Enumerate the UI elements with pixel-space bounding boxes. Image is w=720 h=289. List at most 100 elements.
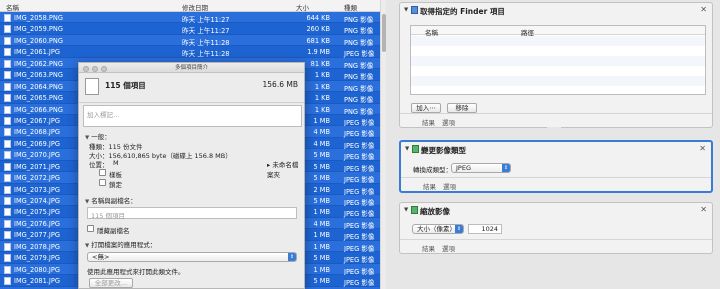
path-column-header[interactable]: 路徑 [521,27,534,37]
file-name: IMG_2078.JPG [14,242,60,251]
preview-icon [412,145,419,153]
popup-arrow-icon: ⇕ [288,253,296,261]
options-link[interactable]: 選項 [443,181,456,191]
action-footer: 結果 選項 [401,177,711,191]
file-row[interactable]: IMG_2058.PNG 昨天 上午11:27 644 KB PNG 影像 [0,12,380,24]
minimize-icon[interactable] [92,65,98,72]
image-file-icon [4,48,11,57]
tags-field[interactable]: 加入標記… [83,105,302,127]
results-link[interactable]: 結果 [422,117,435,127]
file-row[interactable]: IMG_2061.JPG 昨天 上午11:28 1.9 MB JPEG 影像 [0,46,380,58]
file-name: IMG_2080.JPG [14,265,60,274]
list-header: 名稱 修改日期 大小 種類 [0,0,380,12]
image-file-icon [4,25,11,34]
file-name: IMG_2063.PNG [14,71,63,80]
disclosure-down-icon[interactable]: ▼ [85,243,89,249]
pixels-field[interactable]: 1024 [468,224,502,234]
general-section[interactable]: ▼ 一般： [85,131,111,141]
file-name: IMG_2081.JPG [14,277,60,286]
action-get-finder-items: ▼ 取得指定的 Finder 項目 ✕ 名稱 路徑 加入⋯ 移除 結果 選項 [399,2,713,128]
add-button[interactable]: 加入⋯ [411,103,441,113]
file-name: IMG_2064.PNG [14,82,63,91]
column-kind-header[interactable]: 種類 [344,2,357,12]
change-all-button[interactable]: 全部更改… [89,278,133,288]
image-file-icon [4,185,11,194]
image-file-icon [4,151,11,160]
name-ext-header: 名稱與副檔名： [91,197,137,205]
file-name: IMG_2058.PNG [14,14,63,22]
results-link[interactable]: 結果 [423,181,436,191]
column-size-header[interactable]: 大小 [296,2,309,12]
image-file-icon [4,265,11,274]
popup-arrow-icon: ⇕ [502,164,510,172]
name-field[interactable]: 115 個項目 [87,207,297,220]
scrollbar[interactable] [380,0,386,289]
name-column-header[interactable]: 名稱 [425,27,438,37]
column-date-header[interactable]: 修改日期 [182,2,208,12]
options-link[interactable]: 選項 [442,117,455,127]
options-link[interactable]: 選項 [442,243,455,253]
file-name: IMG_2068.JPG [14,128,60,137]
image-file-icon [4,105,11,114]
image-file-icon [4,174,11,183]
items-table[interactable]: 名稱 路徑 [410,25,706,95]
stationery-checkbox[interactable] [99,169,106,176]
close-icon[interactable]: ✕ [700,5,707,14]
where-label: 位置： [89,161,109,169]
column-name-header[interactable]: 名稱 [6,2,19,12]
preview-icon [411,206,418,214]
file-row[interactable]: IMG_2059.PNG 昨天 上午11:27 260 KB PNG 影像 [0,23,380,35]
stationery-label: 樣板 [109,171,122,179]
application-popup[interactable]: <無> ⇕ [87,252,297,262]
close-icon[interactable]: ✕ [700,205,707,214]
total-size: 156.6 MB [262,80,298,89]
get-info-window: 多個項目簡介 115 個項目 156.6 MB 加入標記… ▼ 一般： 種類：11… [78,62,305,289]
zoom-icon[interactable] [101,65,107,72]
name-placeholder: 115 個項目 [91,212,125,220]
where-value: M [113,159,119,167]
application-value: <無> [92,253,110,261]
file-size: 260 KB [306,25,330,34]
name-ext-section[interactable]: ▼ 名稱與副檔名： [85,195,137,205]
general-header: 一般： [91,133,111,141]
image-type-popup[interactable]: JPEG ⇕ [451,163,511,173]
file-name: IMG_2066.PNG [14,105,63,114]
file-name: IMG_2072.JPG [14,174,60,183]
action-header: ▼ 取得指定的 Finder 項目 ✕ [400,3,712,17]
image-file-icon [4,254,11,263]
action-header: ▼ 縮放影像 ✕ [400,203,712,217]
popup-arrow-icon: ⇕ [455,225,463,233]
close-icon[interactable]: ✕ [699,144,706,153]
disclosure-down-icon[interactable]: ▼ [85,199,89,205]
disclosure-down-icon[interactable]: ▼ [404,7,408,13]
locked-checkbox[interactable] [99,179,106,186]
image-file-icon [4,231,11,240]
action-footer: 結果 選項 [400,113,712,127]
image-file-icon [4,71,11,80]
scale-mode-value: 大小（像素） [417,225,456,233]
action-title: 取得指定的 Finder 項目 [420,7,505,16]
hide-extension-checkbox[interactable] [87,225,94,232]
open-with-section[interactable]: ▼ 打開檔案的應用程式： [85,239,156,249]
scale-mode-popup[interactable]: 大小（像素） ⇕ [412,224,464,234]
disclosure-down-icon[interactable]: ▼ [404,207,408,213]
action-title: 變更影像類型 [421,146,466,155]
locked-label: 鎖定 [109,181,122,189]
hide-extension-label: 隱藏副檔名 [97,227,130,235]
file-row[interactable]: IMG_2060.PNG 昨天 上午11:28 681 KB PNG 影像 [0,34,380,47]
file-name: IMG_2075.JPG [14,208,60,217]
disclosure-down-icon[interactable]: ▼ [405,146,409,152]
size-line: 大小：156,610,865 byte（磁碟上 156.8 MB） [89,152,232,160]
scrollbar-thumb[interactable] [382,14,386,52]
image-file-icon [4,116,11,125]
action-title: 縮放影像 [420,207,450,216]
file-name: IMG_2079.JPG [14,254,60,263]
close-icon[interactable] [83,65,89,72]
file-name: IMG_2059.PNG [14,25,63,34]
image-file-icon [4,14,11,22]
results-link[interactable]: 結果 [422,243,435,253]
action-footer: 結果 選項 [400,239,712,253]
image-file-icon [4,242,11,251]
remove-button[interactable]: 移除 [447,103,477,113]
image-file-icon [4,197,11,205]
